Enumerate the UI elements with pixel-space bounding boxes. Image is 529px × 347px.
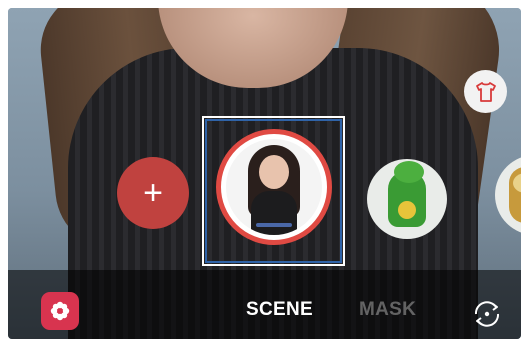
- flower-icon: [50, 301, 70, 321]
- camera-preview: + SCENE MASK: [8, 8, 521, 339]
- outfit-button[interactable]: [464, 70, 507, 113]
- plus-icon: +: [143, 174, 163, 212]
- gallery-button[interactable]: [41, 292, 79, 330]
- my-emoji-tile[interactable]: [216, 129, 332, 245]
- dinosaur-icon: [388, 161, 426, 227]
- camera-switch-icon[interactable]: [470, 297, 504, 331]
- mode-mask[interactable]: MASK: [359, 299, 416, 321]
- add-emoji-button[interactable]: +: [117, 157, 189, 229]
- mode-scene[interactable]: SCENE: [246, 299, 313, 321]
- shirt-icon: [475, 81, 496, 102]
- dinosaur-sticker-tile[interactable]: [367, 159, 447, 239]
- my-emoji-avatar: [226, 139, 322, 235]
